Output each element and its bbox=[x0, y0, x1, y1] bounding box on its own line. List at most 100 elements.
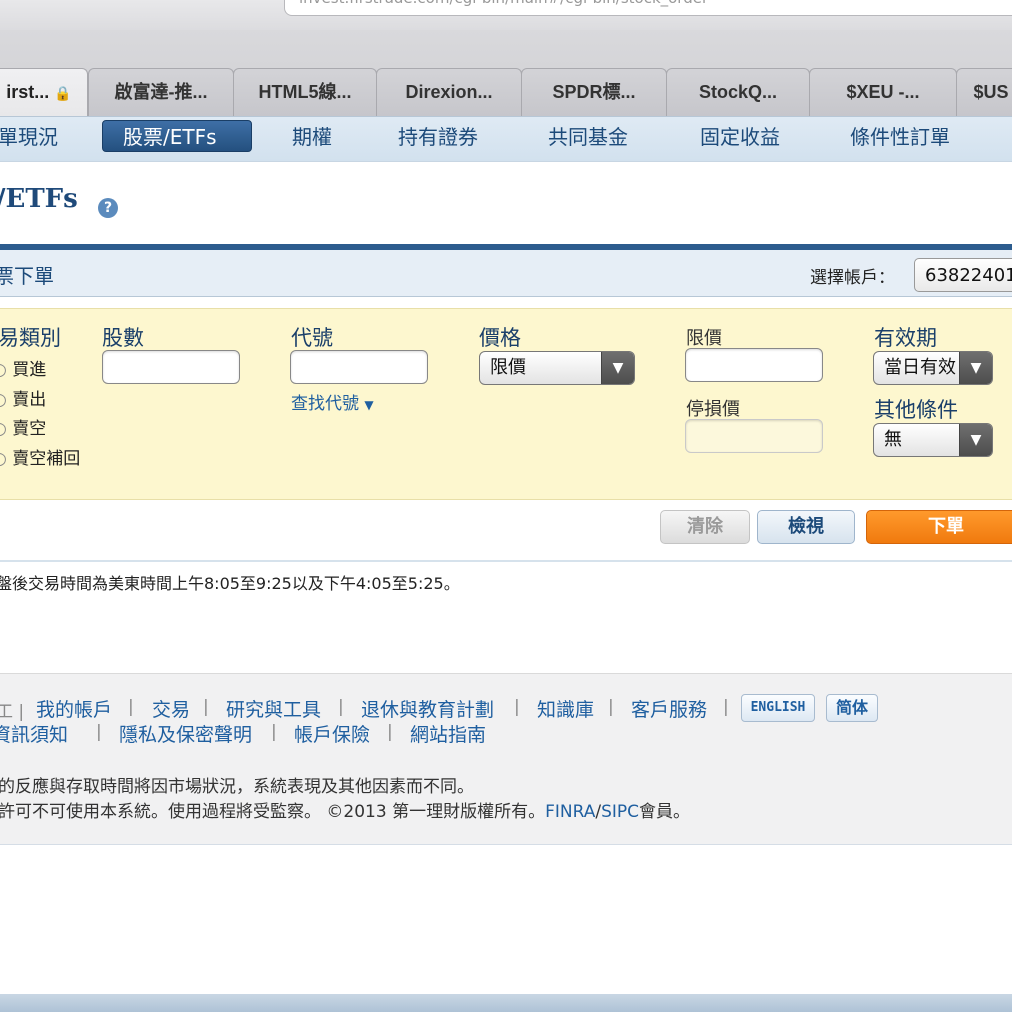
footer-link-customer-service[interactable]: 客戶服務 bbox=[631, 695, 707, 722]
radio-circle-icon: ○ bbox=[0, 419, 7, 439]
price-type-value: 限價 bbox=[490, 357, 526, 378]
radio-circle-icon: ○ bbox=[0, 449, 7, 469]
divider bbox=[0, 560, 1012, 562]
limit-price-label: 限價 bbox=[686, 328, 722, 349]
caret-down-icon: ▼ bbox=[364, 398, 374, 412]
browser-tab-4[interactable]: Direxion... bbox=[376, 68, 522, 116]
separator: | bbox=[128, 697, 134, 717]
clear-button[interactable]: 清除 bbox=[660, 510, 750, 544]
stop-price-input[interactable] bbox=[685, 419, 823, 453]
price-type-select[interactable]: 限價 ▼ bbox=[479, 351, 635, 385]
account-select[interactable]: 63822401 bbox=[914, 258, 1012, 292]
radio-circle-icon: ○ bbox=[0, 390, 7, 410]
page-title: /ETFs bbox=[0, 184, 78, 214]
tab-label: StockQ... bbox=[698, 82, 778, 102]
duration-label: 有效期 bbox=[874, 326, 937, 350]
browser-tab-6[interactable]: StockQ... bbox=[666, 68, 810, 116]
browser-tab-5[interactable]: SPDR標... bbox=[521, 68, 667, 116]
nav-mutual-funds[interactable]: 共同基金 bbox=[548, 116, 628, 160]
separator: | bbox=[608, 697, 614, 717]
browser-tab-2[interactable]: 啟富達-推... bbox=[88, 68, 234, 116]
nav-stocks-etfs[interactable]: 股票/ETFs bbox=[102, 120, 252, 152]
radio-short-sell[interactable]: ○ 賣空 bbox=[0, 414, 46, 439]
help-icon[interactable]: ? bbox=[98, 198, 118, 218]
shares-label: 股數 bbox=[102, 326, 144, 350]
other-conditions-value: 無 bbox=[884, 429, 902, 450]
radio-sell[interactable]: ○ 賣出 bbox=[0, 385, 46, 410]
footer-link-account-insurance[interactable]: 帳戶保險 bbox=[294, 720, 370, 747]
separator: | bbox=[387, 722, 393, 742]
separator: | bbox=[723, 697, 729, 717]
nav-positions[interactable]: 持有證券 bbox=[398, 116, 478, 160]
duration-select[interactable]: 當日有效 ▼ bbox=[873, 351, 993, 385]
nav-conditional-orders[interactable]: 條件性訂單 bbox=[850, 116, 950, 160]
radio-buy-to-cover[interactable]: ○ 賣空補回 bbox=[0, 444, 80, 469]
lock-icon: 🔒 bbox=[54, 85, 72, 101]
finra-link[interactable]: FINRA bbox=[545, 802, 595, 822]
account-label: 選擇帳戶： bbox=[810, 268, 895, 288]
radio-label: 賣空 bbox=[12, 419, 47, 439]
radio-label: 買進 bbox=[12, 360, 47, 380]
simplified-chinese-button[interactable]: 简体 bbox=[826, 694, 878, 722]
other-conditions-select[interactable]: 無 ▼ bbox=[873, 423, 993, 457]
separator: | bbox=[203, 697, 209, 717]
footer-link-disclosures[interactable]: 資訊須知 bbox=[0, 720, 68, 747]
browser-tab-7[interactable]: $XEU -... bbox=[809, 68, 957, 116]
tab-label: SPDR標... bbox=[552, 82, 636, 102]
radio-label: 賣出 bbox=[12, 390, 47, 410]
footer-link-research-tools[interactable]: 研究與工具 bbox=[226, 695, 321, 722]
after-hours-notice: 盤後交易時間為美東時間上午8:05至9:25以及下午4:05至5:25。 bbox=[0, 574, 460, 593]
separator: | bbox=[96, 722, 102, 742]
stop-price-label: 停損價 bbox=[686, 399, 740, 420]
place-order-button[interactable]: 下單 bbox=[866, 510, 1012, 544]
footer-link-knowledge[interactable]: 知識庫 bbox=[537, 695, 594, 722]
separator: | bbox=[338, 697, 344, 717]
footer-link-trading[interactable]: 交易 bbox=[152, 695, 190, 722]
tab-label: $US bbox=[973, 82, 1009, 102]
browser-tab-firstrade[interactable]: irst... 🔒 bbox=[0, 68, 88, 116]
section-title: 票下單 bbox=[0, 264, 54, 288]
separator: 工 | bbox=[0, 702, 25, 722]
footer-copyright: 許可不可使用本系統。使用過程將受監察。 ©2013 第一理財版權所有。 bbox=[0, 802, 546, 822]
tab-label: Direxion... bbox=[405, 82, 493, 102]
radio-label: 賣空補回 bbox=[12, 449, 81, 469]
chevron-down-icon: ▼ bbox=[959, 424, 992, 456]
separator: | bbox=[514, 697, 520, 717]
symbol-lookup-link[interactable]: 查找代號 ▼ bbox=[291, 389, 374, 414]
price-label: 價格 bbox=[479, 326, 521, 350]
review-button[interactable]: 檢視 bbox=[757, 510, 855, 544]
tab-label: irst... bbox=[6, 82, 50, 102]
footer-member: 會員。 bbox=[639, 802, 691, 822]
nav-account-status[interactable]: 單現況 bbox=[0, 116, 58, 160]
radio-buy[interactable]: ○ 買進 bbox=[0, 355, 46, 380]
symbol-input[interactable] bbox=[290, 350, 428, 384]
limit-price-input[interactable] bbox=[685, 348, 823, 382]
footer-link-site-guide[interactable]: 網站指南 bbox=[410, 720, 486, 747]
footer-link-my-account[interactable]: 我的帳戶 bbox=[36, 695, 112, 722]
bottom-bar bbox=[0, 994, 1012, 1012]
chevron-down-icon: ▼ bbox=[601, 352, 634, 384]
footer-link-retirement[interactable]: 退休與教育計劃 bbox=[361, 695, 494, 722]
browser-tab-3[interactable]: HTML5線... bbox=[233, 68, 377, 116]
radio-circle-icon: ○ bbox=[0, 360, 7, 380]
nav-fixed-income[interactable]: 固定收益 bbox=[700, 116, 780, 160]
shares-input[interactable] bbox=[102, 350, 240, 384]
footer-link-privacy[interactable]: 隱私及保密聲明 bbox=[119, 720, 252, 747]
tab-label: $XEU -... bbox=[846, 82, 920, 102]
sipc-link[interactable]: SIPC bbox=[601, 802, 639, 822]
tab-label: HTML5線... bbox=[258, 82, 352, 102]
symbol-label: 代號 bbox=[291, 326, 333, 350]
symbol-lookup-label: 查找代號 bbox=[291, 394, 359, 414]
browser-tab-8[interactable]: $US bbox=[956, 68, 1012, 116]
other-conditions-label: 其他條件 bbox=[874, 398, 958, 422]
english-button[interactable]: ENGLISH bbox=[741, 694, 815, 722]
duration-value: 當日有效 bbox=[884, 357, 956, 378]
nav-options[interactable]: 期權 bbox=[292, 116, 332, 160]
trade-type-label: 易類別 bbox=[0, 326, 61, 350]
footer-disclaimer-2: 許可不可使用本系統。使用過程將受監察。 ©2013 第一理財版權所有。FINRA… bbox=[0, 802, 691, 822]
address-bar[interactable]: invest.firstrade.com/cgi-bin/main#/cgi-b… bbox=[284, 0, 1012, 16]
separator: | bbox=[271, 722, 277, 742]
footer-disclaimer-1: 的反應與存取時間將因市場狀況，系統表現及其他因素而不同。 bbox=[0, 777, 474, 797]
tab-label: 啟富達-推... bbox=[114, 82, 208, 102]
chevron-down-icon: ▼ bbox=[959, 352, 992, 384]
